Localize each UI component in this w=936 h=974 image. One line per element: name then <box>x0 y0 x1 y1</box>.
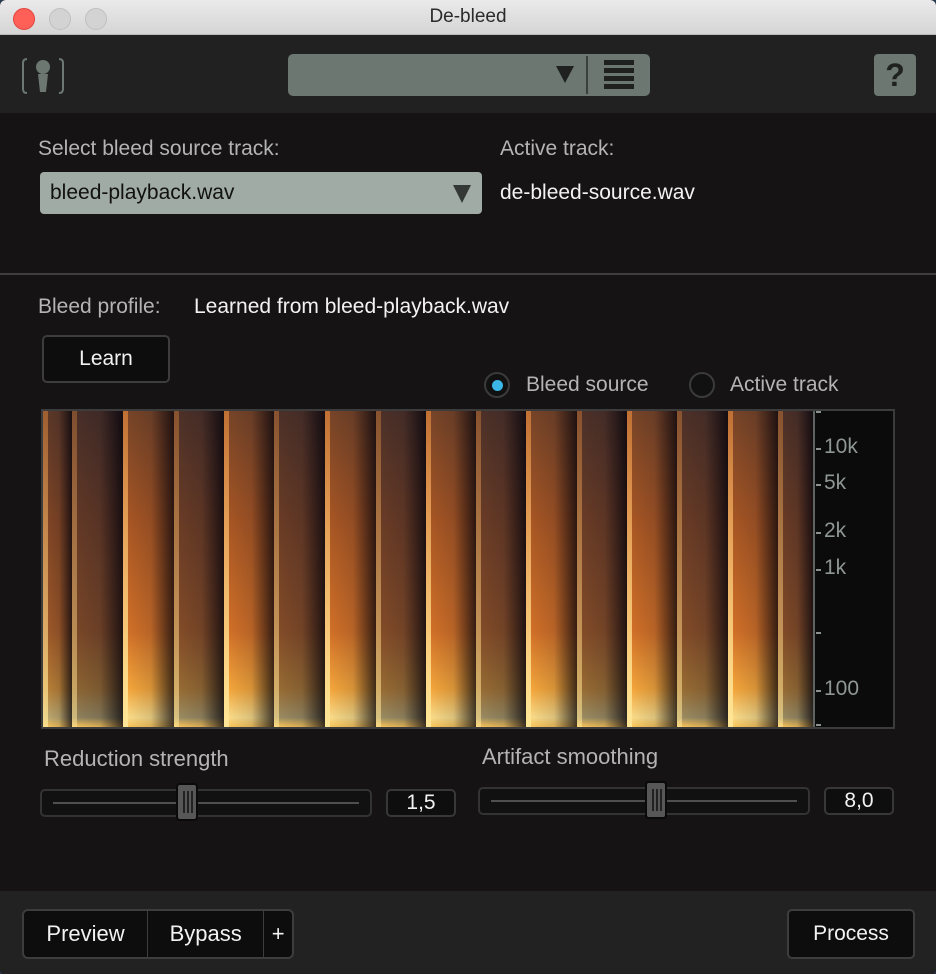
spectrogram-onset <box>727 411 733 727</box>
spectrogram-onset <box>324 411 330 727</box>
spectrogram-burst <box>274 411 325 727</box>
list-icon[interactable] <box>604 60 634 90</box>
frequency-tick-label: 1k <box>824 556 847 579</box>
artifact-smoothing-value[interactable]: 8,0 <box>824 787 894 815</box>
preview-button-group: Preview Bypass + <box>22 909 294 959</box>
spectrogram-burst <box>173 411 224 727</box>
radio-bleed-source[interactable] <box>484 372 510 398</box>
frequency-tick <box>816 484 821 487</box>
frequency-tick-label: 5k <box>824 471 847 495</box>
de-bleed-window: De-bleed ? Select bleed source track: bl… <box>0 0 936 974</box>
window-title: De-bleed <box>429 6 507 27</box>
radio-selected-dot <box>492 380 503 391</box>
bleed-profile-value: Learned from bleed-playback.wav <box>194 295 510 318</box>
slider-thumb[interactable] <box>645 781 668 819</box>
frequency-tick-label: 10k <box>824 434 858 458</box>
bleed-profile-label: Bleed profile: <box>38 295 161 318</box>
slider-track <box>491 800 797 802</box>
spectrogram-burst <box>677 411 728 727</box>
radio-active-track-label[interactable]: Active track <box>730 373 839 397</box>
bleed-source-select[interactable]: bleed-playback.wav <box>40 172 482 214</box>
bypass-button[interactable]: Bypass <box>148 911 265 957</box>
spectrogram-onset <box>173 411 179 727</box>
add-button[interactable]: + <box>264 911 292 957</box>
frequency-tick <box>816 724 821 726</box>
spectrogram-onset <box>627 411 633 727</box>
spectrogram-burst <box>72 411 124 727</box>
spectrogram-burst <box>525 411 578 727</box>
spectrogram-burst <box>778 411 813 727</box>
help-button[interactable]: ? <box>874 54 916 96</box>
spectrogram-burst <box>123 411 174 727</box>
spectrogram-burst <box>577 411 628 727</box>
reduction-strength-value[interactable]: 1,5 <box>386 789 456 817</box>
spectrogram-burst <box>475 411 526 727</box>
learn-button[interactable]: Learn <box>42 335 170 383</box>
active-track-value: de-bleed-source.wav <box>500 181 695 204</box>
microphone-icon[interactable] <box>21 55 65 97</box>
spectrogram-burst <box>727 411 779 727</box>
bleed-source-label: Select bleed source track: <box>38 137 280 160</box>
spectrogram-onset <box>525 411 531 727</box>
triangle-down-icon <box>453 185 471 203</box>
triangle-down-icon <box>556 66 574 83</box>
frequency-tick <box>816 632 821 635</box>
spectrogram-burst <box>375 411 426 727</box>
frequency-tick <box>816 569 821 571</box>
active-track-label: Active track: <box>500 137 615 160</box>
radio-active-track[interactable] <box>689 372 715 398</box>
artifact-smoothing-slider[interactable] <box>478 781 810 819</box>
frequency-tick <box>816 532 821 535</box>
radio-bleed-source-label[interactable]: Bleed source <box>526 373 649 397</box>
frequency-tick <box>816 411 821 413</box>
spectrogram-burst <box>324 411 376 727</box>
reduction-strength-slider[interactable] <box>40 783 372 821</box>
preset-dropdown[interactable] <box>288 54 650 96</box>
section-divider <box>0 273 936 275</box>
bleed-source-value: bleed-playback.wav <box>50 181 235 204</box>
frequency-axis <box>813 411 815 727</box>
spectrogram-onset <box>475 411 481 727</box>
module-header: ? <box>0 35 936 113</box>
spectrogram-onset <box>223 411 229 727</box>
spectrogram-onset <box>72 411 78 727</box>
preview-button[interactable]: Preview <box>24 911 149 957</box>
preset-divider <box>586 56 588 94</box>
frequency-tick-label: 2k <box>824 519 847 543</box>
spectrogram-onset <box>274 411 279 727</box>
spectrogram-onset <box>778 411 784 727</box>
slider-thumb[interactable] <box>176 783 199 821</box>
spectrogram-onset <box>123 411 129 727</box>
spectrogram-burst <box>425 411 476 727</box>
spectrogram-burst <box>223 411 274 727</box>
frequency-tick <box>816 690 821 693</box>
frequency-tick-label: 100 <box>824 677 860 701</box>
spectrogram-onset <box>425 411 431 727</box>
spectrogram-onset <box>43 411 48 727</box>
spectrogram-display <box>43 411 813 727</box>
artifact-smoothing-label: Artifact smoothing <box>482 744 659 769</box>
spectrogram-onset <box>677 411 683 727</box>
spectrogram-onset <box>577 411 583 727</box>
title-bar: De-bleed <box>0 0 936 35</box>
spectrogram-onset <box>375 411 381 727</box>
reduction-strength-label: Reduction strength <box>44 746 229 771</box>
footer-bar: Preview Bypass + Process <box>0 891 936 974</box>
spectrogram-burst <box>627 411 678 727</box>
frequency-tick <box>816 447 821 450</box>
process-button[interactable]: Process <box>787 909 915 959</box>
slider-track <box>53 802 359 804</box>
